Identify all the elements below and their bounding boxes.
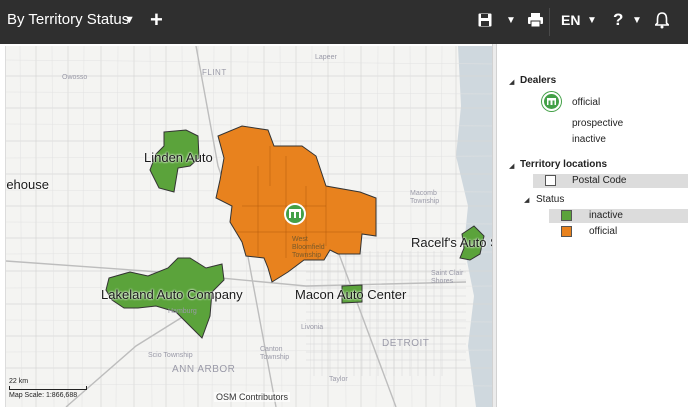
print-icon[interactable] (528, 13, 543, 32)
map-place-west-bloomfield: West Bloomfield Township (292, 236, 325, 259)
map-place-flint: FLINT (202, 68, 227, 77)
map-label-lakeland-auto-company: Lakeland Auto Company (101, 287, 243, 302)
map-place-macomb-township: Macomb Township (410, 190, 440, 205)
postal-code-swatch (545, 175, 556, 186)
scale-bar (9, 386, 87, 390)
dealer-official-icon (542, 92, 561, 111)
legend-postal-code[interactable]: Postal Code (572, 175, 626, 186)
map-place-taylor: Taylor (329, 376, 348, 383)
status-official-swatch (561, 226, 572, 237)
legend-status-title: Status (536, 194, 565, 205)
legend-dealer-official[interactable]: official (572, 97, 600, 108)
toolbar-separator (549, 8, 550, 36)
map-label-linden-auto: Linden Auto (144, 150, 213, 165)
language-selector[interactable]: EN (561, 12, 580, 28)
save-icon[interactable] (478, 13, 492, 32)
map-label-macon-auto-center: Macon Auto Center (295, 287, 407, 302)
scale-distance: 22 km (9, 378, 29, 385)
map-attribution: OSM Contributors (214, 392, 291, 402)
legend-territory-title: Territory locations (520, 159, 608, 170)
help-icon[interactable]: ? (613, 10, 623, 30)
plus-icon[interactable]: + (150, 7, 163, 33)
map-label-rehouse: rehouse (5, 177, 49, 192)
map-place-owosso: Owosso (62, 74, 88, 81)
view-selector[interactable]: By Territory Status (7, 11, 129, 28)
scale-text: Map Scale: 1:866,688 (9, 392, 78, 399)
map-place-canton-township: Canton Township (260, 346, 290, 361)
map-place-ann-arbor: ANN ARBOR (172, 364, 236, 375)
caret-down-icon[interactable]: ▼ (124, 14, 135, 26)
bell-icon[interactable] (653, 12, 671, 34)
legend-status-official[interactable]: official (589, 226, 617, 237)
help-caret-icon[interactable]: ▼ (632, 15, 642, 26)
status-inactive-swatch (561, 210, 572, 221)
app-window: By Territory Status ▼ + ▼ EN ▼ ? ▼ Linde… (0, 0, 688, 407)
map-svg (6, 46, 492, 407)
map-place-lapeer: Lapeer (315, 54, 337, 61)
legend-dealer-inactive[interactable]: inactive (572, 134, 606, 145)
status-collapse-icon[interactable]: ◢ (524, 196, 529, 204)
dealers-collapse-icon[interactable]: ◢ (509, 78, 514, 86)
map-place-saint-clair-shores: Saint Clair Shores (431, 270, 464, 285)
language-caret-icon[interactable]: ▼ (587, 15, 597, 26)
save-caret-icon[interactable]: ▼ (506, 15, 516, 26)
map-place-scio-township: Scio Township (148, 352, 193, 359)
territory-collapse-icon[interactable]: ◢ (509, 162, 514, 170)
legend-status-inactive[interactable]: inactive (589, 210, 623, 221)
map-place-hamburg: Hamburg (168, 308, 197, 315)
top-toolbar: By Territory Status ▼ + ▼ EN ▼ ? ▼ (0, 0, 688, 44)
dealer-marker-official[interactable] (284, 203, 306, 225)
map-canvas[interactable]: Linden Auto Lakeland Auto Company Macon … (5, 46, 492, 407)
legend-panel: ◢ Dealers official prospective inactive … (497, 44, 688, 407)
map-place-livonia: Livonia (301, 324, 324, 331)
map-label-racelfs-auto: Racelf's Auto S (411, 235, 492, 250)
legend-dealers-title: Dealers (520, 75, 557, 86)
legend-dealer-prospective[interactable]: prospective (572, 118, 623, 129)
map-place-detroit: DETROIT (382, 338, 430, 349)
